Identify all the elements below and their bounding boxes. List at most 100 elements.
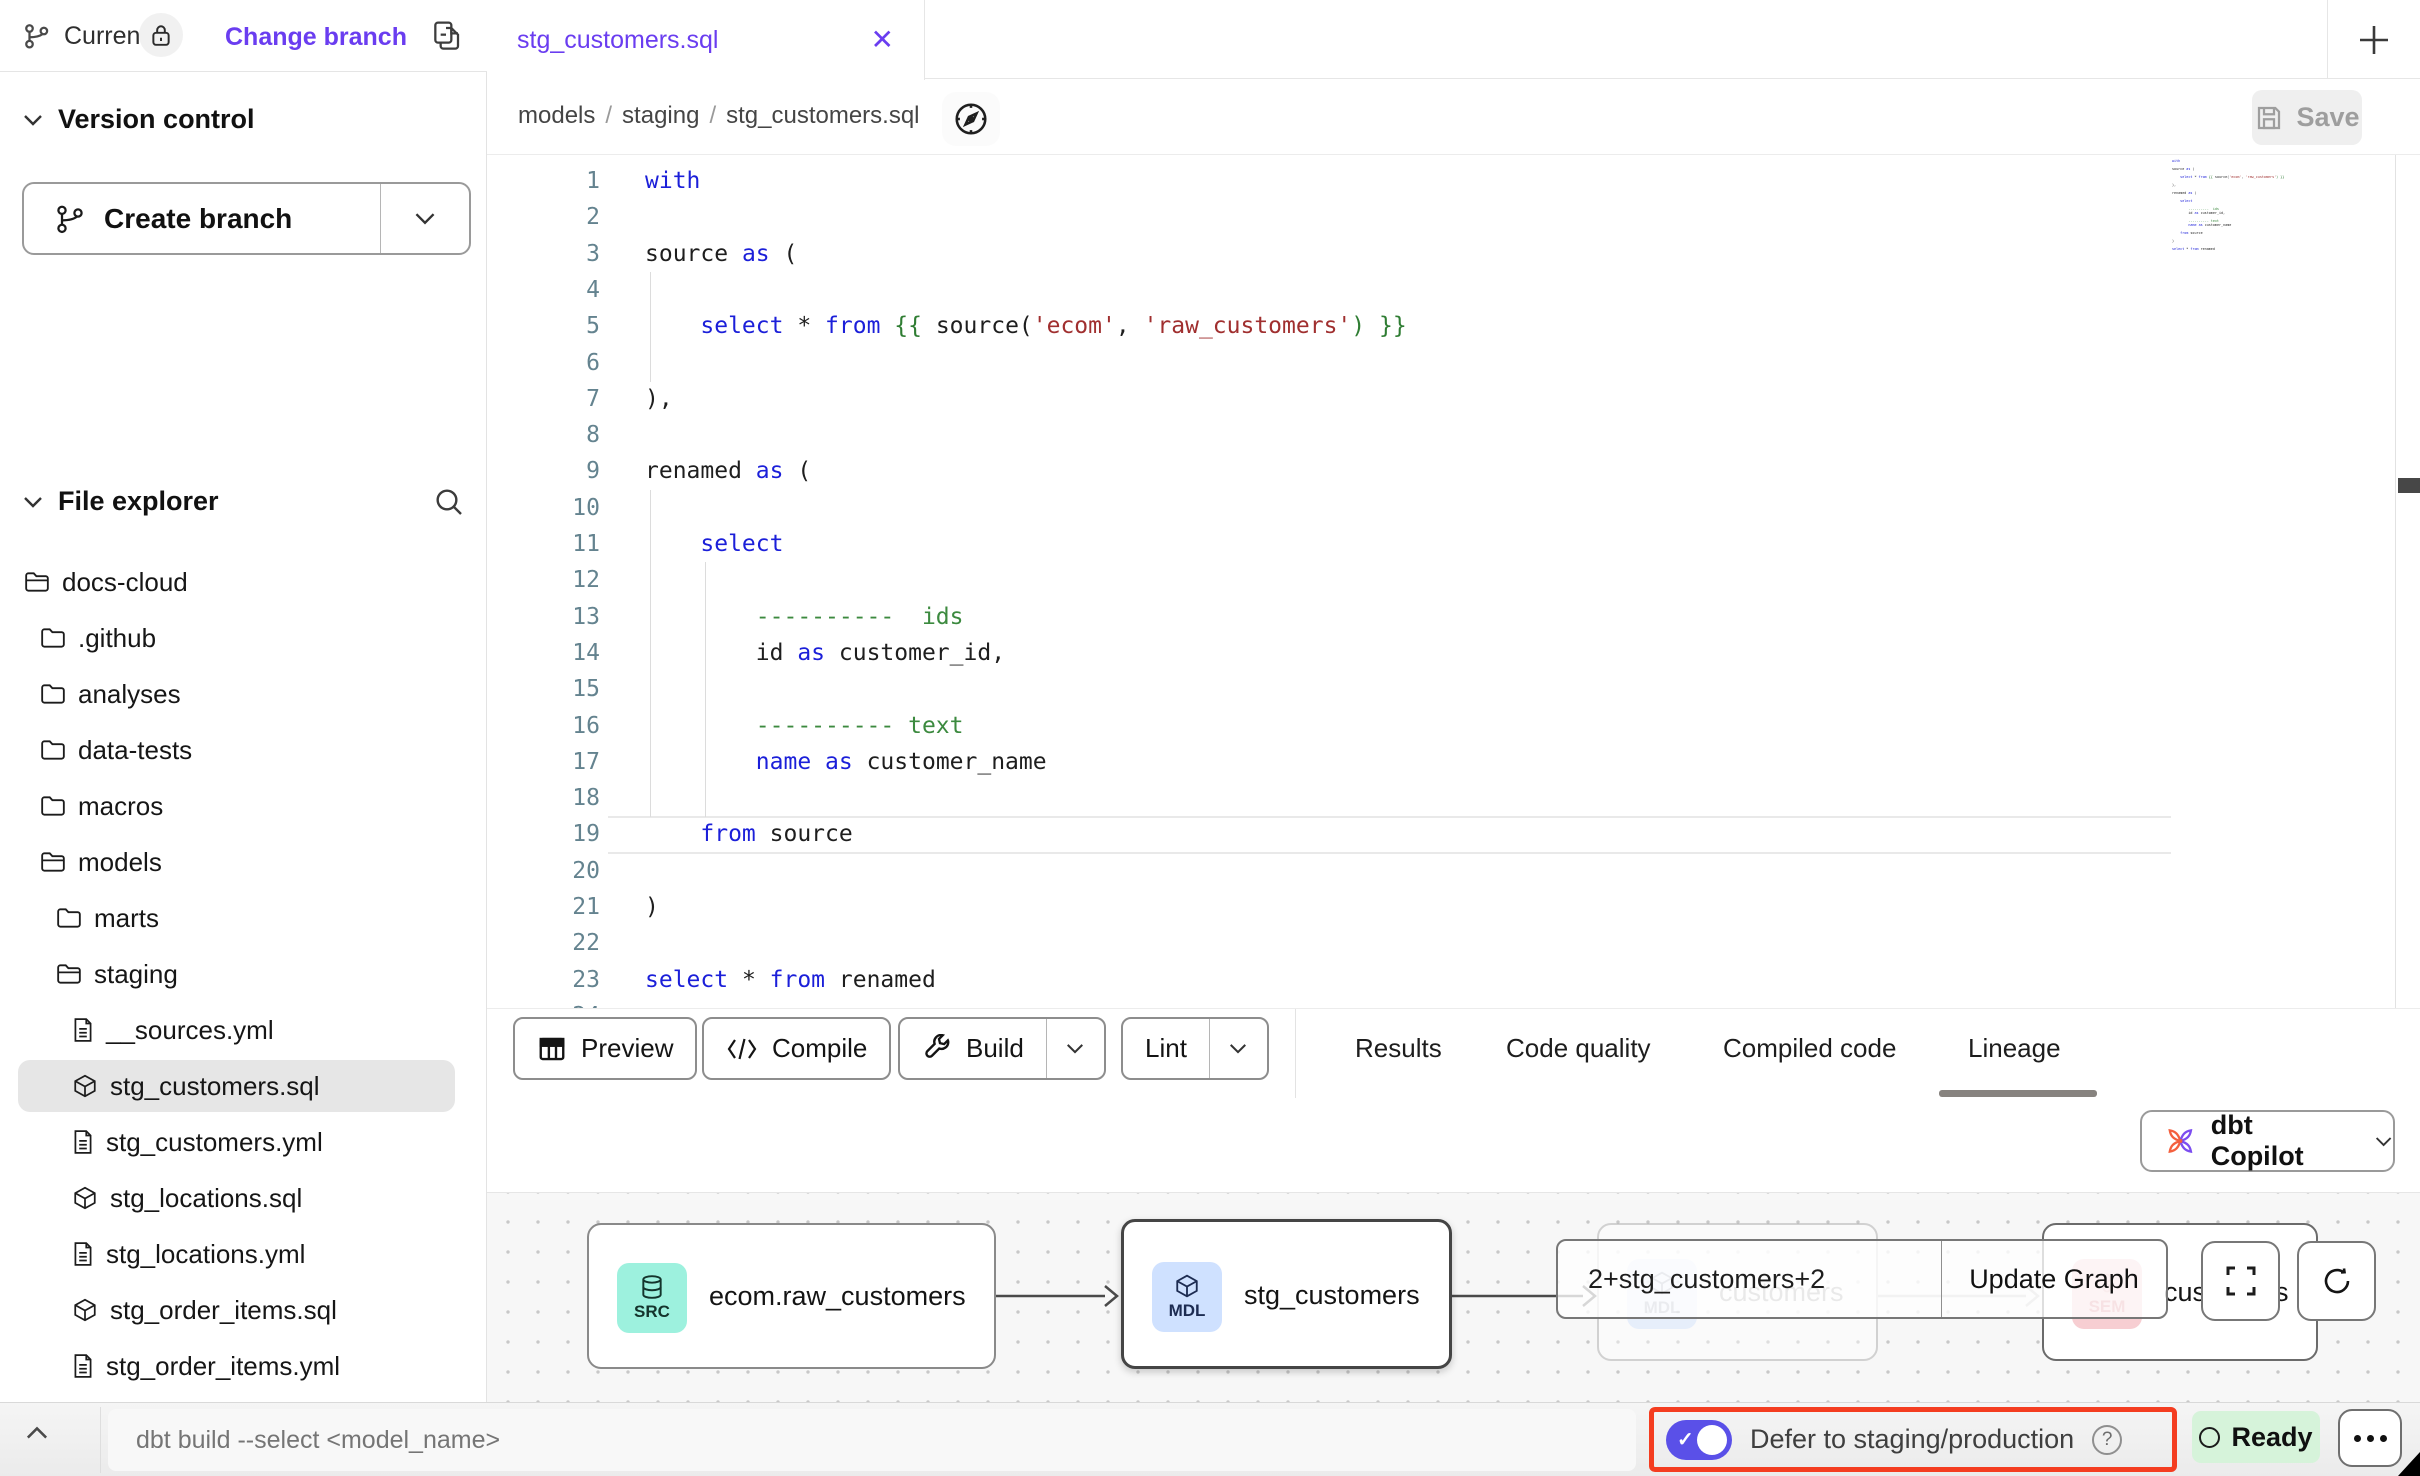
tab-compiled-code[interactable]: Compiled code: [1723, 1033, 1896, 1064]
folder-icon: [56, 906, 82, 930]
folder-open-icon: [56, 962, 82, 986]
create-branch-dropdown[interactable]: [381, 184, 469, 253]
line-number: 6: [487, 345, 600, 382]
tab-bar-border: [925, 78, 2420, 79]
change-branch-link[interactable]: Change branch: [225, 23, 407, 52]
question-icon[interactable]: ?: [2092, 1425, 2122, 1455]
status-divider: [100, 1407, 101, 1473]
code-line: 5 select * from {{ source('ecom', 'raw_c…: [487, 308, 2420, 345]
line-number: 13: [487, 599, 600, 636]
tree-item--github[interactable]: .github: [0, 610, 487, 666]
tree-item-stg-customers-yml[interactable]: stg_customers.yml: [0, 1114, 487, 1170]
tab-lineage[interactable]: Lineage: [1968, 1033, 2061, 1064]
breadcrumb-row: models/staging/stg_customers.sql Save: [487, 80, 2420, 155]
line-number: 3: [487, 236, 600, 273]
scrollbar-handle[interactable]: [2398, 478, 2420, 493]
git-branch-icon: [54, 201, 86, 237]
dbt-copilot-button[interactable]: dbt Copilot: [2140, 1110, 2395, 1172]
tree-item-stg-locations-sql[interactable]: stg_locations.sql: [0, 1170, 487, 1226]
line-number: 12: [487, 562, 600, 599]
defer-label: Defer to staging/production: [1750, 1424, 2074, 1455]
chevron-down-icon: [22, 495, 44, 509]
branch-header: Current Change branch: [0, 0, 487, 72]
current-branch[interactable]: Current: [22, 20, 147, 52]
tab-stg-customers[interactable]: stg_customers.sql ✕: [487, 0, 925, 80]
create-branch-button[interactable]: Create branch: [22, 182, 471, 255]
lineage-node-ecom-raw-customers[interactable]: SRCecom.raw_customers: [587, 1223, 996, 1369]
fullscreen-button[interactable]: [2201, 1241, 2280, 1321]
tree-item-stg-order-items-yml[interactable]: stg_order_items.yml: [0, 1338, 487, 1394]
tree-item-analyses[interactable]: analyses: [0, 666, 487, 722]
tree-item-label: .github: [78, 623, 156, 654]
tree-item-stg-order-items-sql[interactable]: stg_order_items.sql: [0, 1282, 487, 1338]
tab-code-quality[interactable]: Code quality: [1506, 1033, 1651, 1064]
build-button[interactable]: Build: [898, 1017, 1106, 1080]
tab-results[interactable]: Results: [1355, 1033, 1442, 1064]
tree-item-macros[interactable]: macros: [0, 778, 487, 834]
defer-toggle[interactable]: ✓: [1666, 1420, 1732, 1460]
breadcrumb-segment[interactable]: models: [518, 102, 595, 130]
copilot-label: dbt Copilot: [2211, 1110, 2348, 1172]
create-branch-label: Create branch: [104, 203, 292, 235]
tree-item-stg-customers-sql[interactable]: stg_customers.sql: [0, 1058, 487, 1114]
chevron-up-icon: [24, 1425, 50, 1441]
line-number: 5: [487, 308, 600, 345]
git-branch-icon: [22, 20, 52, 52]
graph-selector-bar: 2+stg_customers+2 Update Graph: [1556, 1239, 2168, 1319]
tree-item-marts[interactable]: marts: [0, 890, 487, 946]
lineage-canvas[interactable]: SRCecom.raw_customersMDLstg_customersMDL…: [487, 1192, 2420, 1402]
compile-button[interactable]: Compile: [702, 1017, 891, 1080]
tree-item-models[interactable]: models: [0, 834, 487, 890]
create-branch-main[interactable]: Create branch: [24, 184, 381, 253]
node-label: ecom.raw_customers: [709, 1281, 966, 1312]
line-number: 17: [487, 744, 600, 781]
code-line: 15: [487, 671, 2420, 708]
branch-name: Current: [64, 22, 147, 51]
tree-item-staging[interactable]: staging: [0, 946, 487, 1002]
graph-selector-input[interactable]: 2+stg_customers+2: [1558, 1241, 1942, 1317]
tree-item-docs-cloud[interactable]: docs-cloud: [0, 554, 487, 610]
new-tab-button[interactable]: [2342, 8, 2406, 72]
refresh-button[interactable]: [2297, 1241, 2376, 1321]
code-line: 6: [487, 345, 2420, 382]
line-number: 10: [487, 490, 600, 527]
node-label: stg_customers: [1244, 1280, 1420, 1311]
collapse-panel-button[interactable]: [24, 1425, 50, 1446]
breadcrumb-segment[interactable]: staging: [622, 102, 699, 130]
copy-icon: [430, 18, 462, 54]
tree-item--sources-yml[interactable]: __sources.yml: [0, 1002, 487, 1058]
code-editor[interactable]: 1with23source as (45 select * from {{ so…: [487, 155, 2420, 1008]
doc-icon: [72, 1241, 94, 1267]
code-line: 24: [487, 998, 2420, 1008]
more-options-button[interactable]: [2338, 1409, 2402, 1467]
indent-guide: [650, 345, 651, 382]
close-icon[interactable]: ✕: [871, 26, 894, 54]
lint-dropdown[interactable]: [1209, 1019, 1267, 1078]
command-input[interactable]: dbt build --select <model_name>: [108, 1409, 1636, 1471]
file-search-button[interactable]: [433, 486, 465, 523]
lint-button[interactable]: Lint: [1121, 1017, 1269, 1080]
breadcrumb-segment[interactable]: stg_customers.sql: [726, 102, 919, 130]
file-actions-button[interactable]: [942, 92, 1000, 146]
update-graph-button[interactable]: Update Graph: [1942, 1241, 2166, 1317]
line-number: 20: [487, 853, 600, 890]
code-line: 7),: [487, 381, 2420, 418]
tree-item-label: stg_locations.sql: [110, 1183, 302, 1214]
preview-button[interactable]: Preview: [513, 1017, 697, 1080]
chevron-down-icon: [1228, 1042, 1248, 1055]
tree-item-stg-locations-yml[interactable]: stg_locations.yml: [0, 1226, 487, 1282]
tree-item-data-tests[interactable]: data-tests: [0, 722, 487, 778]
line-number: 1: [487, 163, 600, 200]
version-control-header[interactable]: Version control: [22, 104, 255, 135]
save-button[interactable]: Save: [2252, 90, 2362, 145]
code-line: 22: [487, 925, 2420, 962]
sidebar: Current Change branch Version control Cr…: [0, 0, 487, 1402]
code-line: 19 from source: [487, 816, 2420, 853]
indent-guide: [650, 708, 651, 745]
file-explorer-header[interactable]: File explorer: [22, 486, 465, 517]
build-dropdown[interactable]: [1046, 1019, 1104, 1078]
copy-branch-button[interactable]: [430, 18, 462, 59]
lineage-node-stg-customers[interactable]: MDLstg_customers: [1121, 1219, 1452, 1369]
code-line: 23select * from renamed: [487, 962, 2420, 999]
editor-minimap[interactable]: withsource as ( select * from {{ source(…: [2172, 159, 2297, 255]
